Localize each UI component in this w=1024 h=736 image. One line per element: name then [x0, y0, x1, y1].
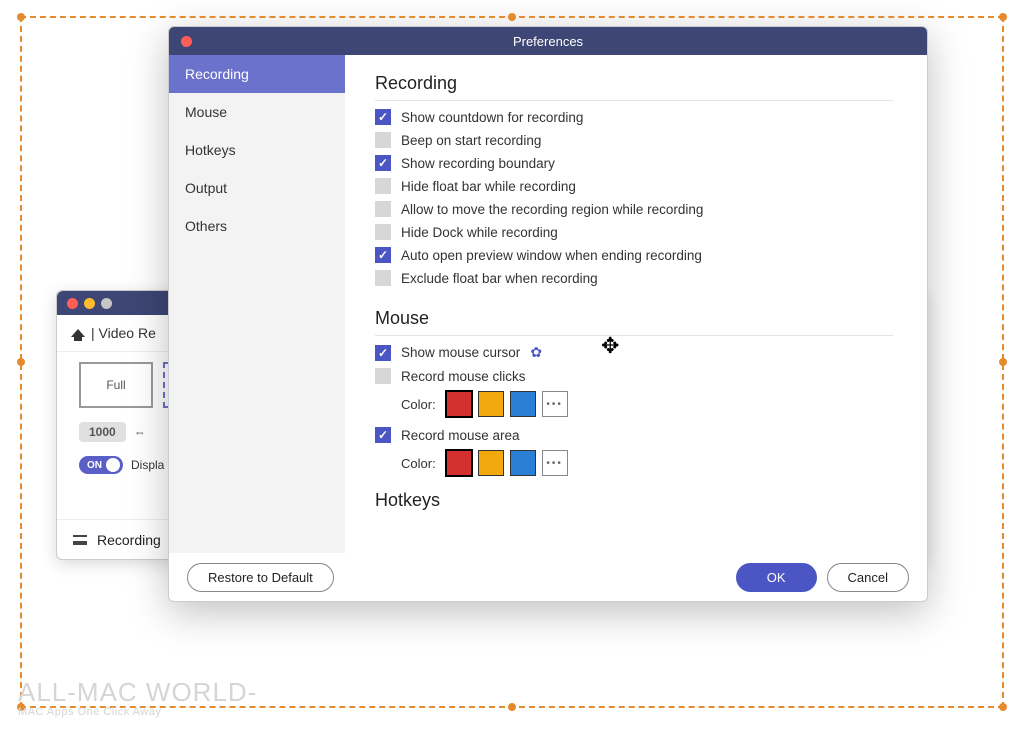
option-record-mouse-clicks[interactable]: Record mouse clicks — [375, 368, 893, 384]
color-swatch[interactable] — [510, 450, 536, 476]
option-label: Record mouse area — [401, 428, 520, 443]
checkbox-icon[interactable] — [375, 368, 391, 384]
sidebar-item-others[interactable]: Others — [169, 207, 345, 245]
option-row[interactable]: Hide float bar while recording — [375, 178, 893, 194]
option-record-mouse-area[interactable]: Record mouse area — [375, 427, 893, 443]
history-icon[interactable] — [73, 535, 87, 545]
section-title-hotkeys: Hotkeys — [375, 490, 893, 517]
checkbox-icon[interactable] — [375, 109, 391, 125]
option-label: Exclude float bar when recording — [401, 271, 598, 286]
checkbox-icon[interactable] — [375, 132, 391, 148]
option-label: Hide Dock while recording — [401, 225, 558, 240]
color-swatch[interactable] — [446, 450, 472, 476]
clicks-color-row: Color: ••• — [401, 391, 893, 417]
option-label: Beep on start recording — [401, 133, 541, 148]
section-title-mouse: Mouse — [375, 308, 893, 336]
option-label: Show mouse cursor — [401, 345, 520, 360]
sidebar-item-mouse[interactable]: Mouse — [169, 93, 345, 131]
option-label: Record mouse clicks — [401, 369, 526, 384]
section-title-recording: Recording — [375, 73, 893, 101]
option-row[interactable]: Beep on start recording — [375, 132, 893, 148]
restore-default-button[interactable]: Restore to Default — [187, 563, 334, 592]
resize-handle-icon[interactable] — [17, 358, 25, 366]
option-label: Show recording boundary — [401, 156, 555, 171]
resize-handle-icon[interactable] — [999, 13, 1007, 21]
checkbox-icon[interactable] — [375, 155, 391, 171]
checkbox-icon[interactable] — [375, 247, 391, 263]
preferences-footer: Restore to Default OK Cancel — [169, 553, 927, 601]
more-colors-button[interactable]: ••• — [542, 450, 568, 476]
sidebar-item-recording[interactable]: Recording — [169, 55, 345, 93]
color-swatch[interactable] — [446, 391, 472, 417]
color-swatch[interactable] — [510, 391, 536, 417]
cancel-button[interactable]: Cancel — [827, 563, 909, 592]
color-label: Color: — [401, 456, 436, 471]
color-label: Color: — [401, 397, 436, 412]
option-show-mouse-cursor[interactable]: Show mouse cursor ✿ — [375, 344, 893, 361]
resize-handle-icon[interactable] — [999, 358, 1007, 366]
option-row[interactable]: Hide Dock while recording — [375, 224, 893, 240]
close-icon[interactable] — [181, 36, 192, 47]
watermark: ALL-MAC WORLD- MAC Apps One Click Away — [18, 677, 257, 718]
link-icon[interactable]: ⇔ — [134, 425, 146, 439]
resize-handle-icon[interactable] — [17, 13, 25, 21]
color-swatch[interactable] — [478, 450, 504, 476]
option-label: Allow to move the recording region while… — [401, 202, 703, 217]
minimize-icon[interactable] — [84, 298, 95, 309]
option-label: Hide float bar while recording — [401, 179, 576, 194]
display-toggle-label: Displa — [131, 458, 164, 472]
color-swatch[interactable] — [478, 391, 504, 417]
ok-button[interactable]: OK — [736, 563, 817, 592]
option-row[interactable]: Allow to move the recording region while… — [375, 201, 893, 217]
checkbox-icon[interactable] — [375, 178, 391, 194]
option-row[interactable]: Auto open preview window when ending rec… — [375, 247, 893, 263]
home-icon[interactable] — [71, 329, 85, 337]
close-icon[interactable] — [67, 298, 78, 309]
preferences-window: Preferences RecordingMouseHotkeysOutputO… — [168, 26, 928, 602]
width-field[interactable]: 1000 — [79, 422, 126, 442]
preferences-titlebar: Preferences — [169, 27, 927, 55]
preferences-sidebar: RecordingMouseHotkeysOutputOthers — [169, 55, 345, 553]
option-row[interactable]: Exclude float bar when recording — [375, 270, 893, 286]
checkbox-icon[interactable] — [375, 201, 391, 217]
sidebar-item-output[interactable]: Output — [169, 169, 345, 207]
resize-handle-icon[interactable] — [508, 13, 516, 21]
checkbox-icon[interactable] — [375, 345, 391, 361]
window-title: Preferences — [169, 34, 927, 49]
sidebar-item-hotkeys[interactable]: Hotkeys — [169, 131, 345, 169]
resize-handle-icon[interactable] — [999, 703, 1007, 711]
capture-mode-full[interactable]: Full — [79, 362, 153, 408]
option-row[interactable]: Show recording boundary — [375, 155, 893, 171]
checkbox-icon[interactable] — [375, 270, 391, 286]
resize-handle-icon[interactable] — [508, 703, 516, 711]
gear-icon[interactable]: ✿ — [530, 344, 542, 361]
content-scroll[interactable]: Recording Show countdown for recording Be… — [345, 55, 919, 553]
more-colors-button[interactable]: ••• — [542, 391, 568, 417]
option-label: Show countdown for recording — [401, 110, 583, 125]
footer-label: Recording — [97, 532, 161, 548]
zoom-icon[interactable] — [101, 298, 112, 309]
checkbox-icon[interactable] — [375, 427, 391, 443]
breadcrumb-label: | Video Re — [91, 325, 156, 341]
option-label: Auto open preview window when ending rec… — [401, 248, 702, 263]
preferences-content: Recording Show countdown for recording Be… — [345, 55, 927, 553]
display-toggle[interactable]: ON — [79, 456, 123, 474]
checkbox-icon[interactable] — [375, 224, 391, 240]
option-row[interactable]: Show countdown for recording — [375, 109, 893, 125]
area-color-row: Color: ••• — [401, 450, 893, 476]
